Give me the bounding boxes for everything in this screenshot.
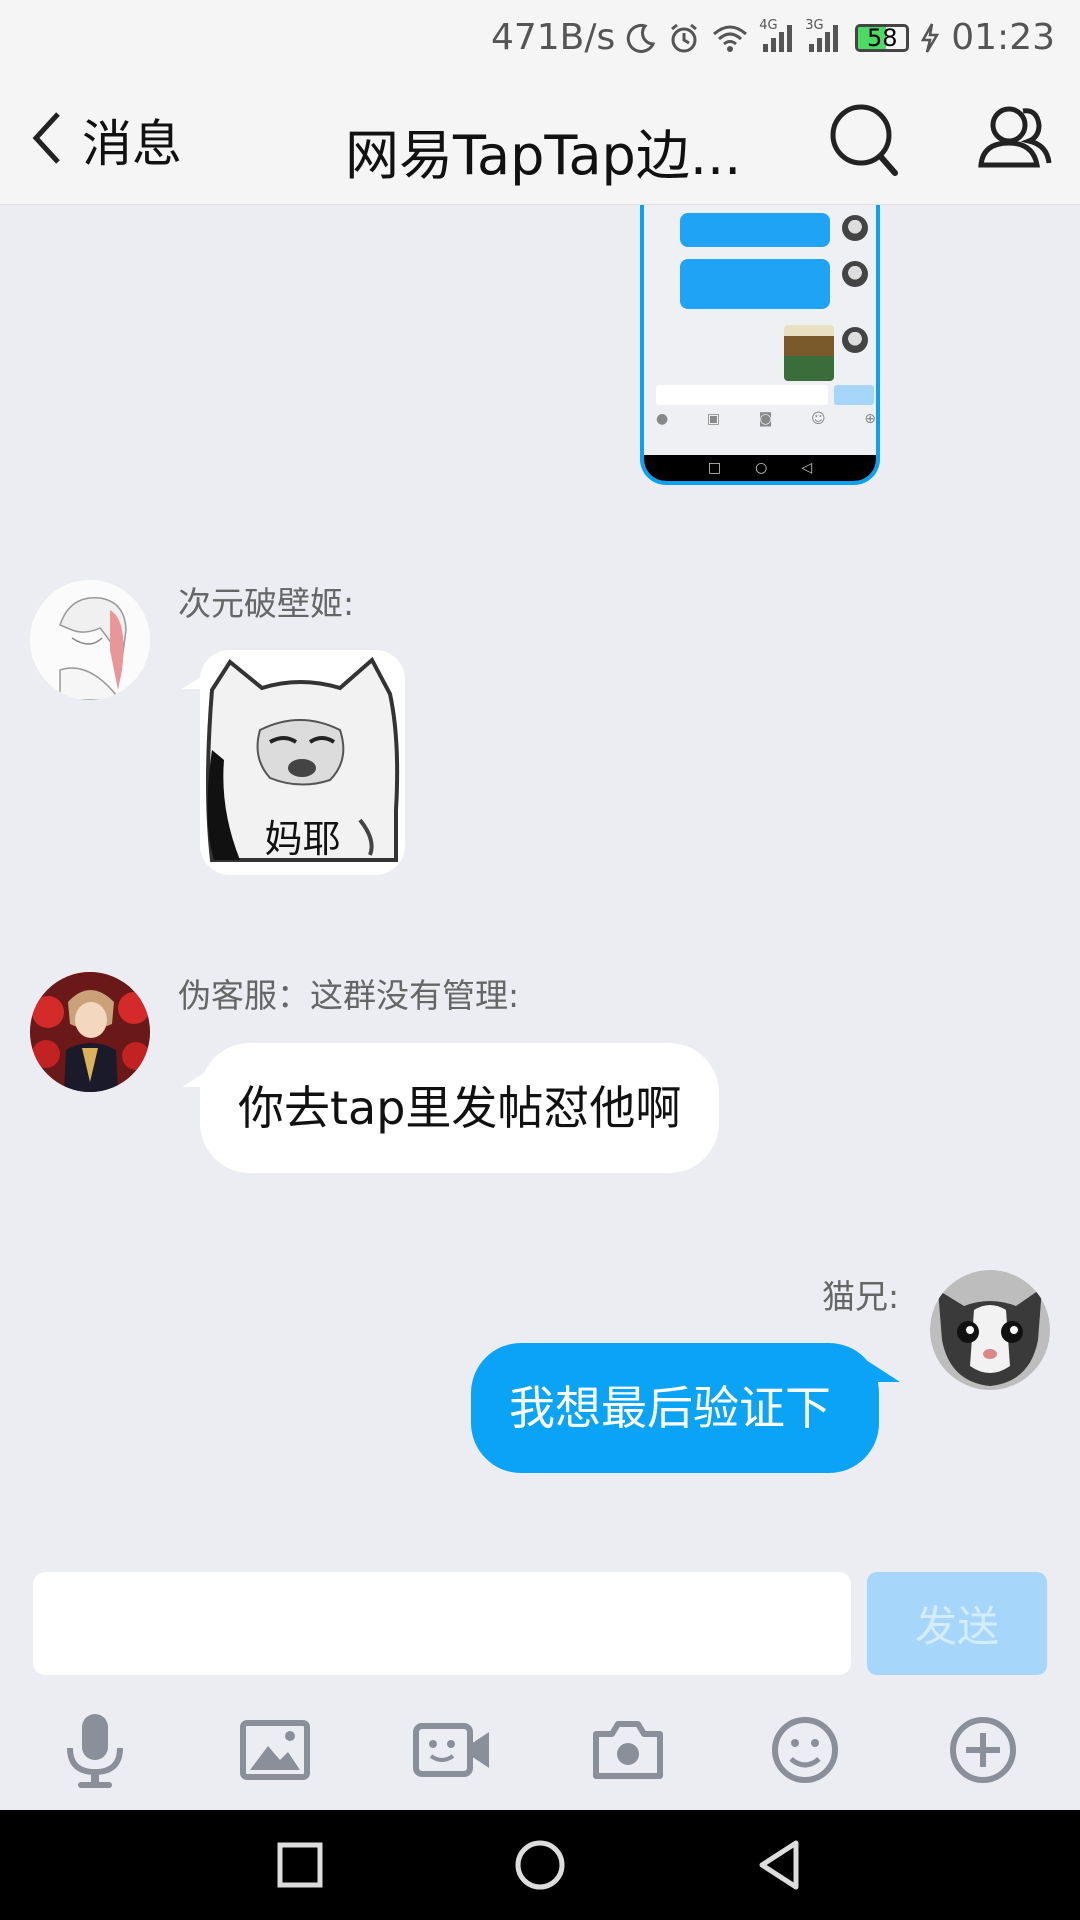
charging-icon: [919, 22, 941, 54]
message-list[interactable]: ● ▣ ◙ ☺ ⊕ □ ○ ◁ 次元破壁姬: 妈耶 伪客服：这群没有管理: 你去…: [0, 205, 1080, 1550]
system-nav-bar: [0, 1810, 1080, 1920]
wifi-icon: [711, 22, 749, 54]
triangle-back-icon: [750, 1840, 810, 1899]
mini-navbar: □ ○ ◁: [644, 455, 876, 481]
send-button[interactable]: 发送: [867, 1572, 1047, 1675]
clock: 01:23: [951, 17, 1055, 58]
sender-name: 次元破壁姬:: [178, 584, 355, 623]
battery-icon: 58: [855, 23, 910, 52]
message-input[interactable]: [33, 1572, 851, 1675]
microphone-icon: [60, 1710, 130, 1794]
square-icon: [270, 1842, 330, 1899]
page-title: 网易TapTap边...: [345, 124, 742, 187]
search-button[interactable]: [825, 97, 905, 183]
mini-avatar: [842, 261, 868, 287]
avatar[interactable]: [30, 972, 150, 1092]
alarm-icon: [667, 21, 701, 55]
message-bubble-outgoing[interactable]: 我想最后验证下: [471, 1343, 879, 1473]
image-button[interactable]: [230, 1707, 320, 1797]
sticker-message[interactable]: 妈耶: [200, 650, 405, 875]
video-call-button[interactable]: [408, 1707, 498, 1797]
mini-bubble: [680, 259, 830, 309]
network-speed: 471B/s: [490, 17, 616, 58]
moon-icon: [625, 22, 657, 54]
recent-apps-button[interactable]: [270, 1835, 330, 1895]
home-button[interactable]: [510, 1835, 570, 1895]
image-icon: [240, 1720, 310, 1784]
sticker-caption: 妈耶: [264, 817, 341, 861]
avatar[interactable]: [30, 580, 150, 700]
chevron-left-icon: [30, 110, 64, 170]
mini-bubble: [680, 213, 830, 247]
status-bar: 471B/s 4G 3G 58 01:23: [0, 0, 1080, 75]
mini-image: [784, 325, 834, 381]
circle-icon: [510, 1840, 570, 1899]
title-bar: 消息 网易TapTap边...: [0, 75, 1080, 205]
group-members-button[interactable]: [975, 97, 1055, 183]
mini-send: [834, 385, 874, 405]
composer-toolbar: [0, 1685, 1080, 1810]
video-call-icon: [413, 1720, 493, 1784]
mini-avatar: [842, 215, 868, 241]
camera-button[interactable]: [583, 1707, 673, 1797]
back-button[interactable]: 消息: [30, 105, 182, 175]
voice-button[interactable]: [50, 1707, 140, 1797]
message-bubble[interactable]: 你去tap里发帖怼他啊: [200, 1043, 720, 1173]
emoji-icon: [770, 1715, 840, 1789]
mini-toolbar: ● ▣ ◙ ☺ ⊕: [656, 411, 876, 427]
chat-screen: 471B/s 4G 3G 58 01:23 消息 网易TapTap边... ● …: [0, 0, 1080, 1920]
sender-name: 伪客服：这群没有管理:: [178, 976, 520, 1015]
back-label: 消息: [82, 115, 182, 173]
sender-name: 猫兄:: [822, 1277, 900, 1316]
back-nav-button[interactable]: [750, 1835, 810, 1895]
more-button[interactable]: [938, 1707, 1028, 1797]
emoji-button[interactable]: [760, 1707, 850, 1797]
mini-avatar: [842, 327, 868, 353]
search-icon: [825, 104, 905, 187]
composer: 发送: [0, 1550, 1080, 1685]
camera-icon: [592, 1720, 664, 1784]
battery-level: 58: [866, 23, 898, 52]
mini-input: [656, 385, 828, 405]
signal-4g-icon: 4G: [759, 18, 795, 54]
signal-3g-icon: 3G: [805, 18, 841, 54]
people-icon: [975, 106, 1055, 187]
plus-icon: [948, 1715, 1018, 1789]
avatar[interactable]: [930, 1270, 1050, 1390]
screenshot-image-message[interactable]: ● ▣ ◙ ☺ ⊕ □ ○ ◁: [640, 205, 880, 485]
